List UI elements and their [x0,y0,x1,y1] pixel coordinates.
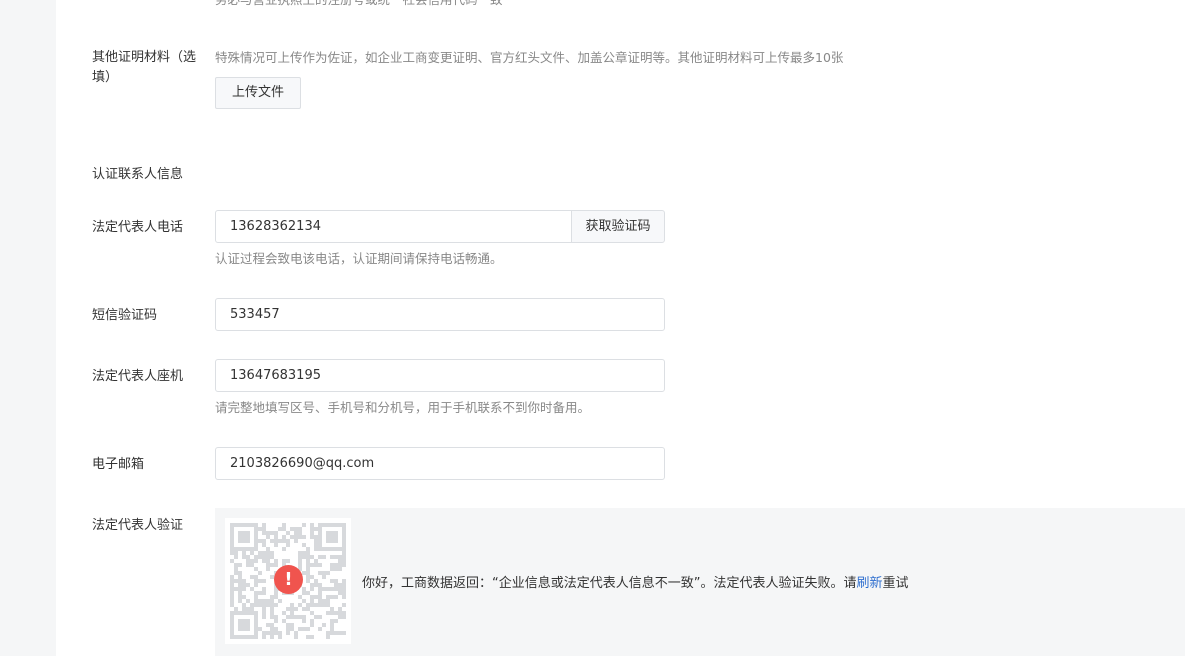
legal-phone-input[interactable]: 13628362134 [215,210,573,243]
email-label: 电子邮箱 [92,457,145,472]
landline-input[interactable]: 13647683195 [215,359,665,392]
email-input[interactable]: 2103826690@qq.com [215,447,665,480]
other-materials-hint: 特殊情况可上传作为佐证，如企业工商变更证明、官方红头文件、加盖公章证明等。其他证… [215,50,844,65]
legal-phone-hint: 认证过程会致电该电话，认证期间请保持电话畅通。 [215,251,503,266]
legal-verify-label: 法定代表人验证 [92,518,184,533]
other-materials-label-line1: 其他证明材料（选 [92,50,197,65]
get-verification-code-button[interactable]: 获取验证码 [571,210,665,243]
other-materials-label: 其他证明材料（选 填） [92,48,204,88]
exclamation-icon: ! [274,565,303,594]
other-materials-label-line2: 填） [92,70,119,85]
legal-phone-label: 法定代表人电话 [92,220,184,235]
verify-error-message: 你好，工商数据返回：“企业信息或法定代表人信息不一致”。法定代表人验证失败。请刷… [362,572,909,591]
refresh-link[interactable]: 刷新 [856,576,882,591]
landline-hint: 请完整地填写区号、手机号和分机号，用于手机联系不到你时备用。 [215,400,591,415]
upload-file-button[interactable]: 上传文件 [215,77,301,109]
sms-code-input[interactable]: 533457 [215,298,665,331]
sms-code-label: 短信验证码 [92,308,158,323]
registration-number-hint: 务必与营业执照上的注册号或统一社会信用代码一致 [215,0,503,9]
legal-verify-box: ! 你好，工商数据返回：“企业信息或法定代表人信息不一致”。法定代表人验证失败。… [215,508,1185,656]
contact-section-title: 认证联系人信息 [92,167,184,182]
landline-label: 法定代表人座机 [92,369,184,384]
verify-error-prefix: 你好，工商数据返回：“企业信息或法定代表人信息不一致”。法定代表人验证失败。请 [362,576,857,591]
verify-error-suffix: 重试 [882,576,909,591]
